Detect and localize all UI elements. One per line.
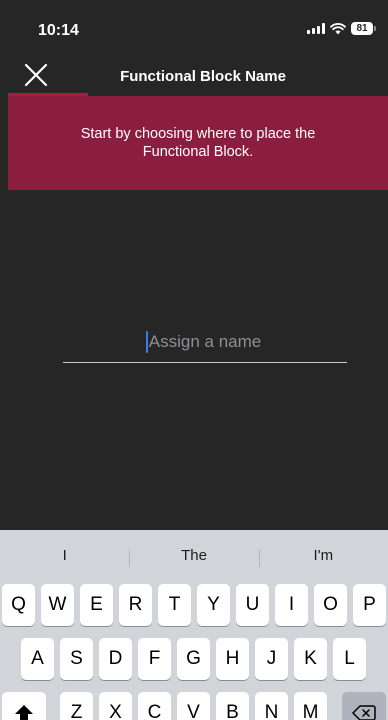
status-bar: 10:14 81 [0,0,388,50]
backspace-icon[interactable] [342,692,386,720]
suggestion-bar: I The I'm [0,538,388,572]
key-x[interactable]: X [99,692,132,720]
key-g[interactable]: G [177,638,210,680]
signal-icon [307,23,325,34]
key-a[interactable]: A [21,638,54,680]
key-t[interactable]: T [158,584,191,626]
key-f[interactable]: F [138,638,171,680]
status-time: 10:14 [38,22,79,39]
key-e[interactable]: E [80,584,113,626]
instruction-banner: Start by choosing where to place the Fun… [8,96,388,190]
name-field [63,322,347,366]
key-n[interactable]: N [255,692,288,720]
key-i[interactable]: I [275,584,308,626]
key-o[interactable]: O [314,584,347,626]
key-q[interactable]: Q [2,584,35,626]
key-b[interactable]: B [216,692,249,720]
input-underline [63,362,347,363]
key-y[interactable]: Y [197,584,230,626]
suggestion-item[interactable]: I [0,547,129,564]
key-v[interactable]: V [177,692,210,720]
key-w[interactable]: W [41,584,74,626]
key-c[interactable]: C [138,692,171,720]
battery-icon: 81 [351,22,373,35]
key-l[interactable]: L [333,638,366,680]
shift-icon[interactable] [2,692,46,720]
battery-cap [374,26,376,31]
wifi-icon [330,22,346,34]
suggestion-item[interactable]: The [129,547,258,567]
key-k[interactable]: K [294,638,327,680]
key-u[interactable]: U [236,584,269,626]
key-s[interactable]: S [60,638,93,680]
banner-text: Start by choosing where to place the Fun… [80,126,316,160]
key-m[interactable]: M [294,692,327,720]
key-d[interactable]: D [99,638,132,680]
key-p[interactable]: P [353,584,386,626]
key-h[interactable]: H [216,638,249,680]
page-title: Functional Block Name [120,68,286,85]
text-caret [146,331,148,353]
name-input[interactable] [63,322,347,362]
key-j[interactable]: J [255,638,288,680]
suggestion-item[interactable]: I'm [258,547,388,567]
keyboard: I The I'm QWERTYUIOPASDFGHJKLZXCVBNM [0,530,388,720]
status-icons: 81 [307,22,376,35]
key-r[interactable]: R [119,584,152,626]
header: Functional Block Name [0,55,388,95]
key-z[interactable]: Z [60,692,93,720]
